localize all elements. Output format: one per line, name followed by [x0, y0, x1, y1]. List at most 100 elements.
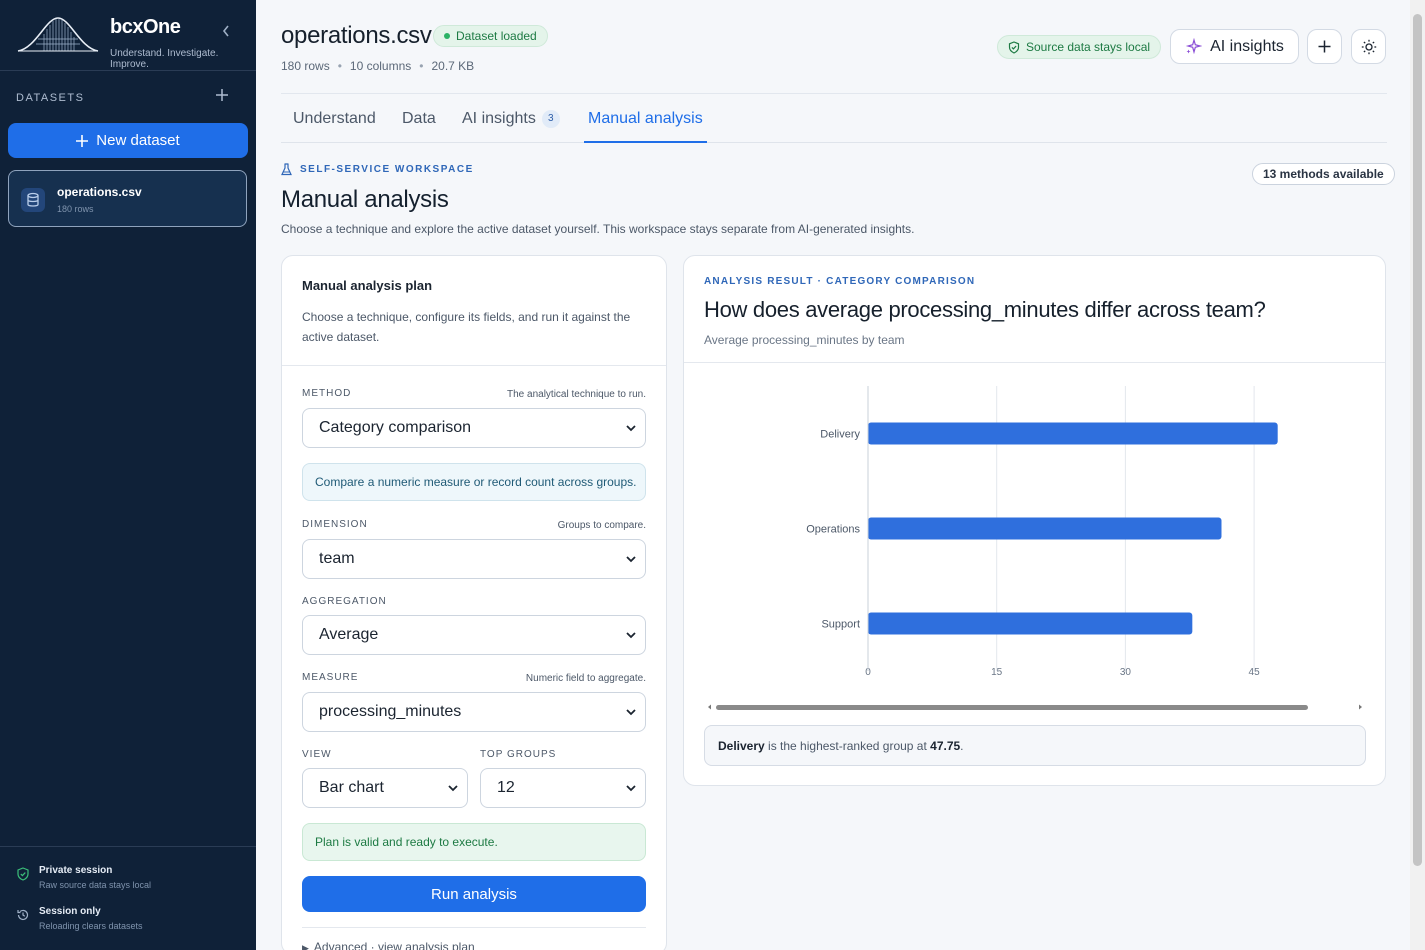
- aggregation-select-value: Average: [319, 626, 379, 643]
- file-meta: 180 rows • 10 columns • 20.7 KB: [281, 59, 475, 73]
- file-rows: 180 rows: [281, 59, 330, 73]
- result-header: ANALYSIS RESULT · CATEGORY COMPARISON Ho…: [684, 256, 1385, 363]
- scroll-thumb: [716, 705, 1308, 710]
- page-title: Manual analysis: [281, 186, 449, 213]
- private-session-subtitle: Raw source data stays local: [39, 880, 152, 890]
- method-select[interactable]: Category comparison: [302, 408, 646, 448]
- measure-hint: Numeric field to aggregate.: [525, 673, 646, 684]
- file-size: 20.7 KB: [431, 59, 475, 73]
- measure-select[interactable]: processing_minutes: [302, 692, 646, 732]
- tab-understand-label: Understand: [293, 110, 376, 127]
- status-dot-icon: [444, 33, 450, 39]
- y-category-label: Operations: [806, 524, 860, 536]
- shield-check-icon: [17, 867, 29, 881]
- theme-toggle-button[interactable]: [1351, 29, 1386, 64]
- tab-data[interactable]: Data: [402, 94, 436, 143]
- method-select-value: Category comparison: [319, 419, 472, 436]
- advanced-toggle[interactable]: ▶ Advanced · view analysis plan: [302, 927, 646, 950]
- plan-title: Manual analysis plan: [302, 278, 433, 293]
- dataset-rows: 180 rows: [57, 204, 94, 214]
- bar: [868, 422, 1278, 445]
- callout-value: 47.75: [930, 738, 961, 753]
- plus-icon: [1318, 40, 1331, 53]
- page-scrollbar[interactable]: [1410, 0, 1425, 950]
- dataset-item[interactable]: operations.csv 180 rows: [8, 170, 247, 227]
- aggregation-label: AGGREGATION: [302, 596, 387, 607]
- callout-group: Delivery: [718, 738, 765, 753]
- dataset-loaded-label: Dataset loaded: [456, 29, 537, 43]
- session-only-title: Session only: [39, 906, 101, 917]
- add-button[interactable]: [1307, 29, 1342, 64]
- plan-header: Manual analysis plan Choose a technique,…: [282, 256, 666, 366]
- plus-icon: [216, 89, 228, 101]
- bell-curve-logo-icon: [17, 17, 99, 52]
- app-logo: bcxOne: [110, 16, 181, 38]
- tab-understand[interactable]: Understand: [293, 94, 376, 143]
- caret-right-icon: ▶: [302, 943, 309, 950]
- measure-select-value: processing_minutes: [319, 703, 462, 720]
- bar: [868, 612, 1193, 635]
- session-only-subtitle: Reloading clears datasets: [39, 921, 143, 931]
- tab-ai-insights-label: AI insights: [462, 110, 536, 127]
- advanced-label: Advanced · view analysis plan: [313, 940, 475, 950]
- result-title: How does average processing_minutes diff…: [704, 297, 1266, 322]
- plus-icon: [76, 134, 89, 147]
- bar: [868, 517, 1222, 540]
- tab-data-label: Data: [402, 110, 436, 127]
- run-analysis-button[interactable]: Run analysis: [302, 876, 646, 912]
- plan-valid-message: Plan is valid and ready to execute.: [302, 823, 646, 861]
- main-content: operations.csv Dataset loaded 180 rows •…: [257, 0, 1410, 950]
- datasets-heading: DATASETS: [16, 92, 85, 104]
- dimension-select[interactable]: team: [302, 539, 646, 579]
- dataset-name: operations.csv: [57, 185, 142, 199]
- methods-available-badge: 13 methods available: [1252, 163, 1395, 185]
- tab-bar: Understand Data AI insights 3 Manual anal…: [281, 93, 1387, 143]
- view-select-value: Bar chart: [319, 779, 384, 796]
- chart-horizontal-scrollbar[interactable]: [704, 702, 1366, 712]
- x-tick-label: 15: [991, 667, 1003, 678]
- new-dataset-button[interactable]: New dataset: [8, 123, 248, 158]
- flask-icon: [281, 163, 292, 176]
- chevron-down-icon: [626, 425, 636, 432]
- tab-ai-insights[interactable]: AI insights 3: [462, 94, 560, 143]
- page-description: Choose a technique and explore the activ…: [281, 222, 915, 236]
- y-category-label: Support: [821, 619, 860, 631]
- method-label: METHOD: [302, 388, 352, 399]
- top-groups-label: TOP GROUPS: [480, 749, 557, 760]
- sidebar: bcxOne Understand. Investigate. Improve.…: [0, 0, 256, 950]
- chevron-down-icon: [448, 785, 458, 792]
- top-groups-select-value: 12: [497, 779, 515, 796]
- top-groups-select[interactable]: 12: [480, 768, 646, 808]
- analysis-result-card: ANALYSIS RESULT · CATEGORY COMPARISON Ho…: [683, 255, 1386, 786]
- add-dataset-button[interactable]: [215, 87, 229, 107]
- chevron-down-icon: [626, 709, 636, 716]
- chevron-down-icon: [626, 632, 636, 639]
- source-local-label: Source data stays local: [1026, 40, 1151, 54]
- history-icon: [17, 909, 29, 921]
- workspace-eyebrow: SELF-SERVICE WORKSPACE: [281, 163, 474, 176]
- ai-insights-button[interactable]: AI insights: [1170, 29, 1299, 64]
- file-columns: 10 columns: [349, 59, 412, 73]
- tab-manual-analysis-label: Manual analysis: [588, 110, 703, 127]
- ai-insights-count-badge: 3: [541, 110, 560, 128]
- sidebar-footer: Private session Raw source data stays lo…: [0, 846, 256, 950]
- aggregation-select[interactable]: Average: [302, 615, 646, 655]
- tab-manual-analysis[interactable]: Manual analysis: [584, 94, 707, 143]
- dimension-select-value: team: [319, 550, 355, 567]
- bar-chart: 0 15 30 45DeliveryOperationsSupport: [806, 386, 1278, 678]
- workspace-eyebrow-label: SELF-SERVICE WORKSPACE: [300, 164, 474, 175]
- x-tick-label: 45: [1249, 667, 1261, 678]
- result-eyebrow: ANALYSIS RESULT · CATEGORY COMPARISON: [704, 276, 976, 287]
- database-icon: [21, 188, 45, 212]
- dataset-loaded-badge: Dataset loaded: [433, 25, 548, 47]
- chevron-down-icon: [626, 556, 636, 563]
- view-select[interactable]: Bar chart: [302, 768, 468, 808]
- page-scroll-thumb[interactable]: [1413, 14, 1422, 866]
- source-local-badge: Source data stays local: [997, 35, 1162, 59]
- private-session-title: Private session: [39, 865, 113, 876]
- y-category-label: Delivery: [820, 429, 860, 441]
- sun-icon: [1361, 39, 1376, 54]
- collapse-sidebar-button[interactable]: [218, 24, 234, 44]
- callout-end: .: [960, 738, 964, 753]
- new-dataset-label: New dataset: [96, 132, 180, 149]
